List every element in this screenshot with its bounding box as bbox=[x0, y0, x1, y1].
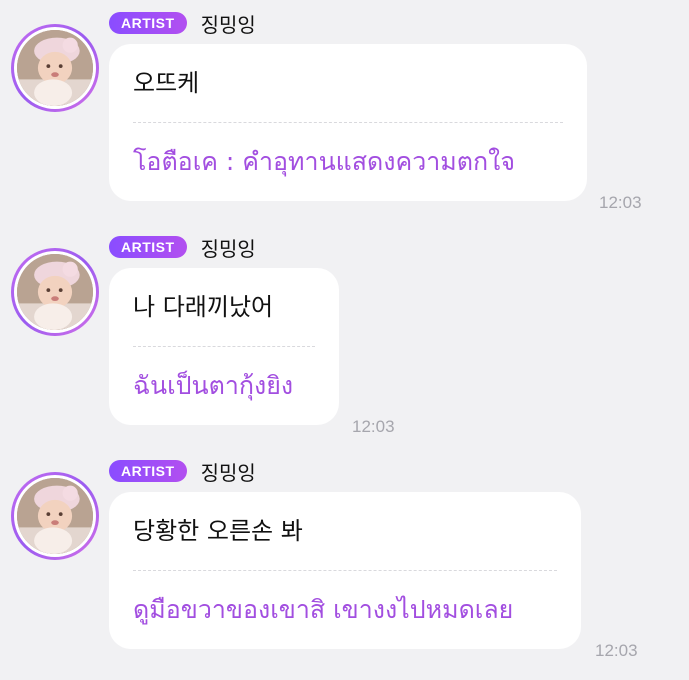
artist-avatar[interactable] bbox=[11, 248, 99, 336]
baby-photo-icon bbox=[17, 254, 93, 330]
message-bubble[interactable]: 오뜨케 โอตือเค : คำอุทานแสดงความตกใจ bbox=[109, 44, 587, 201]
author-row: ARTIST 징밍잉 bbox=[109, 458, 256, 485]
author-row: ARTIST 징밍잉 bbox=[109, 234, 256, 261]
artist-avatar[interactable] bbox=[11, 24, 99, 112]
baby-photo-icon bbox=[17, 30, 93, 106]
message-time: 12:03 bbox=[599, 193, 642, 212]
message-time: 12:03 bbox=[595, 641, 638, 660]
baby-photo-graphic bbox=[17, 478, 93, 554]
message-bubble[interactable]: 나 다래끼났어 ฉันเป็นตากุ้งยิง bbox=[109, 268, 339, 425]
translation-text: ฉันเป็นตากุ้งยิง bbox=[133, 371, 294, 400]
original-text: 당황한 오른손 봐 bbox=[133, 517, 303, 545]
avatar-ring bbox=[14, 475, 96, 557]
artist-badge: ARTIST bbox=[109, 460, 187, 482]
artist-badge: ARTIST bbox=[109, 236, 187, 258]
artist-badge: ARTIST bbox=[109, 12, 187, 34]
original-text: 나 다래끼났어 bbox=[133, 293, 274, 321]
baby-photo-icon bbox=[17, 478, 93, 554]
author-name: 징밍잉 bbox=[200, 460, 256, 485]
message-bubble[interactable]: 당황한 오른손 봐 ดูมือขวาของเขาสิ เขางงไปหมดเลย bbox=[109, 492, 581, 649]
translation-text: ดูมือขวาของเขาสิ เขางงไปหมดเลย bbox=[133, 595, 514, 624]
baby-photo-graphic bbox=[17, 254, 93, 330]
original-text: 오뜨케 bbox=[133, 69, 200, 97]
baby-photo-graphic bbox=[17, 30, 93, 106]
translation-text: โอตือเค : คำอุทานแสดงความตกใจ bbox=[133, 147, 515, 176]
avatar-ring bbox=[14, 27, 96, 109]
artist-avatar[interactable] bbox=[11, 472, 99, 560]
avatar-ring bbox=[14, 251, 96, 333]
message-time: 12:03 bbox=[352, 417, 395, 436]
author-row: ARTIST 징밍잉 bbox=[109, 10, 256, 37]
author-name: 징밍잉 bbox=[200, 236, 256, 261]
author-name: 징밍잉 bbox=[200, 12, 256, 37]
